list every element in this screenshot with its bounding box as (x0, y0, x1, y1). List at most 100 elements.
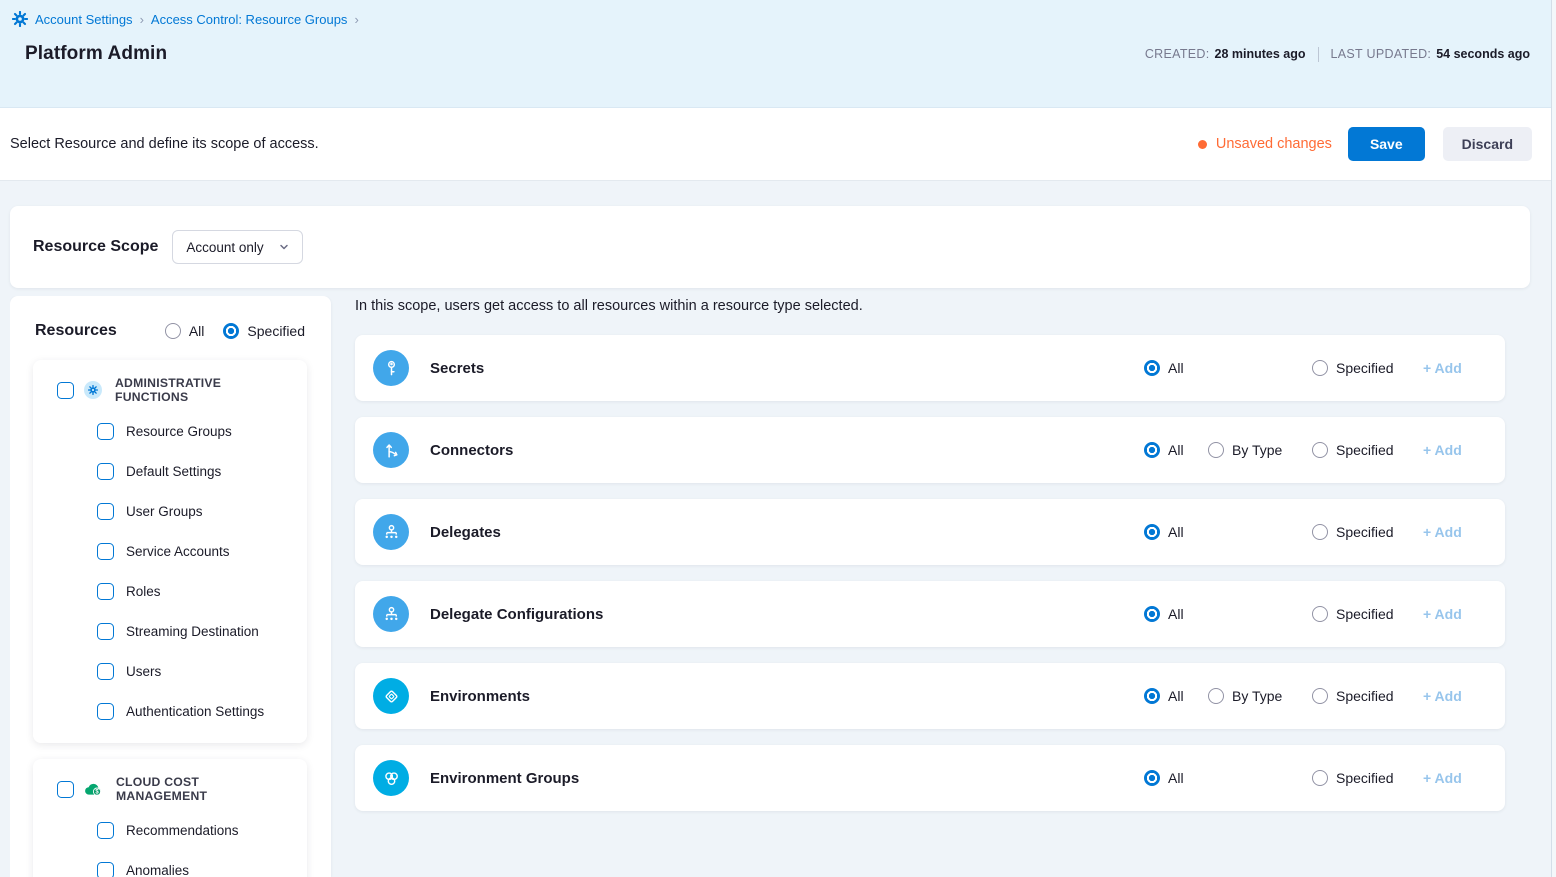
radio-option-label: Specified (1336, 688, 1394, 704)
resource-scope-title: Resource Scope (33, 238, 158, 256)
resource-row: Environment Groups AllSpecified + Add (355, 745, 1505, 811)
radio-unselected-icon (1208, 688, 1224, 704)
resource-type-checkbox[interactable] (97, 543, 114, 560)
resource-type-row: Recommendations (97, 810, 289, 850)
breadcrumb-access-control-resource-groups[interactable]: Access Control: Resource Groups (151, 12, 348, 27)
resource-type-checkbox[interactable] (97, 423, 114, 440)
resource-row: Delegate Configurations All Specified + A… (355, 581, 1505, 647)
add-button[interactable]: + Add (1423, 770, 1465, 786)
unsaved-dot-icon (1198, 140, 1207, 149)
resource-row-label: Secrets (430, 360, 484, 377)
page-body: Resource Scope Account only Resources Al… (0, 181, 1556, 877)
radio-selected-icon (223, 323, 239, 339)
resources-sidebar: Resources AllSpecified ADMINISTRATIVE FU… (10, 296, 331, 877)
resource-category-row: CLOUD COST MANAGEMENT (57, 768, 289, 810)
resource-type-label: Resource Groups (126, 424, 232, 439)
radio-option-label: All (1168, 688, 1184, 704)
resource-type-checkbox[interactable] (97, 822, 114, 839)
unsaved-changes-label: Unsaved changes (1216, 136, 1332, 152)
breadcrumb: Account Settings › Access Control: Resou… (0, 0, 1556, 27)
radio-option-label: All (1168, 442, 1184, 458)
add-button[interactable]: + Add (1423, 606, 1465, 622)
add-button[interactable]: + Add (1423, 442, 1465, 458)
meta-info: CREATED: 28 minutes ago LAST UPDATED: 54… (1145, 47, 1530, 62)
breadcrumb-account-settings[interactable]: Account Settings (35, 12, 133, 27)
add-button[interactable]: + Add (1423, 524, 1465, 540)
category-checkbox[interactable] (57, 781, 74, 798)
resource-type-checkbox[interactable] (97, 663, 114, 680)
radio-option-all[interactable]: All (1144, 688, 1208, 704)
resource-rows: Secrets All Specified + Add Connectors Al… (355, 335, 1505, 811)
resource-row-options: All Specified (1144, 360, 1423, 376)
discard-button[interactable]: Discard (1443, 127, 1532, 161)
resource-scope-card: Resource Scope Account only (10, 206, 1530, 288)
created-value: 28 minutes ago (1215, 47, 1306, 61)
resource-type-checkbox[interactable] (97, 463, 114, 480)
radio-selected-icon (1144, 688, 1160, 704)
resource-type-label: Recommendations (126, 823, 239, 838)
radio-unselected-icon (1312, 606, 1328, 622)
resource-row: Environments All By Type Specified + Add (355, 663, 1505, 729)
save-button[interactable]: Save (1348, 127, 1425, 161)
radio-option-specified[interactable]: Specified (1312, 688, 1423, 704)
radio-option-specified[interactable]: Specified (1312, 770, 1423, 786)
resources-mode-all[interactable]: All (165, 323, 205, 339)
radio-unselected-icon (1312, 442, 1328, 458)
radio-selected-icon (1144, 606, 1160, 622)
resource-access-panel: In this scope, users get access to all r… (355, 296, 1505, 877)
resource-scope-select[interactable]: Account only (172, 230, 302, 264)
resource-type-checkbox[interactable] (97, 503, 114, 520)
resource-type-row: User Groups (97, 491, 289, 531)
resource-row-label: Delegate Configurations (430, 606, 603, 623)
radio-option-label: Specified (1336, 360, 1394, 376)
chevron-down-icon (278, 241, 290, 253)
resource-type-row: Resource Groups (97, 411, 289, 451)
radio-option-all[interactable]: All (1144, 442, 1208, 458)
radio-selected-icon (1144, 524, 1160, 540)
resource-type-label: Service Accounts (126, 544, 230, 559)
radio-option-label: Specified (1336, 442, 1394, 458)
resource-type-row: Streaming Destination (97, 611, 289, 651)
key-icon (373, 350, 409, 386)
toolbar-description: Select Resource and define its scope of … (10, 136, 319, 152)
radio-option-all[interactable]: All (1144, 770, 1208, 786)
radio-unselected-icon (1312, 524, 1328, 540)
page-scrollbar[interactable] (1551, 0, 1556, 877)
radio-option-all[interactable]: All (1144, 606, 1208, 622)
radio-selected-icon (1144, 442, 1160, 458)
radio-option-specified[interactable]: Specified (1312, 606, 1423, 622)
radio-option-by-type[interactable]: By Type (1208, 688, 1312, 704)
resource-type-checkbox[interactable] (97, 703, 114, 720)
resource-type-label: Users (126, 664, 161, 679)
radio-option-label: Specified (247, 323, 305, 339)
resource-row-options: All Specified (1144, 606, 1423, 622)
resource-type-label: Streaming Destination (126, 624, 259, 639)
add-button[interactable]: + Add (1423, 688, 1465, 704)
radio-option-all[interactable]: All (1144, 524, 1208, 540)
radio-option-all[interactable]: All (1144, 360, 1208, 376)
radio-unselected-icon (1312, 688, 1328, 704)
add-button[interactable]: + Add (1423, 360, 1465, 376)
resource-row-label: Delegates (430, 524, 501, 541)
resource-type-checkbox[interactable] (97, 862, 114, 877)
environment-icon (373, 678, 409, 714)
resource-row: Connectors All By Type Specified + Add (355, 417, 1505, 483)
radio-option-label: All (1168, 770, 1184, 786)
resource-row: Delegates All Specified + Add (355, 499, 1505, 565)
resource-row-label: Environments (430, 688, 530, 705)
resource-row-label: Connectors (430, 442, 513, 459)
radio-option-by-type[interactable]: By Type (1208, 442, 1312, 458)
category-checkbox[interactable] (57, 382, 74, 399)
radio-unselected-icon (165, 323, 181, 339)
resources-mode-specified[interactable]: Specified (223, 323, 305, 339)
resource-type-label: Roles (126, 584, 161, 599)
radio-option-specified[interactable]: Specified (1312, 524, 1423, 540)
radio-selected-icon (1144, 360, 1160, 376)
radio-option-specified[interactable]: Specified (1312, 442, 1423, 458)
last-updated-label: LAST UPDATED: (1331, 47, 1432, 61)
resource-type-checkbox[interactable] (97, 583, 114, 600)
delegate-icon (373, 514, 409, 550)
resource-type-checkbox[interactable] (97, 623, 114, 640)
category-label: ADMINISTRATIVE FUNCTIONS (112, 376, 289, 404)
radio-option-specified[interactable]: Specified (1312, 360, 1423, 376)
